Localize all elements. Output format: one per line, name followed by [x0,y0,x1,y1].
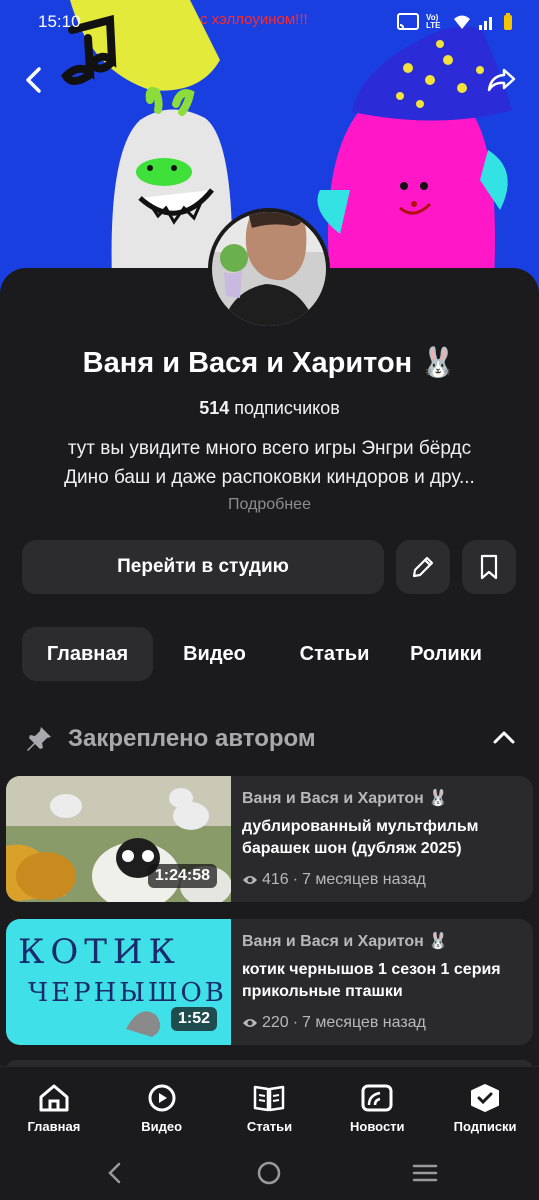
subscriptions-icon [471,1084,500,1112]
description-line: Дино баш и даже распоковки киндоров и др… [64,467,475,488]
thumbnail-text: КОТИК [18,932,181,972]
creature-shape [328,95,495,280]
video-views: 220 [262,1014,289,1031]
edit-button[interactable] [396,540,450,594]
status-icons: Vo) LTE [397,13,513,31]
video-card[interactable]: 1:24:58 Ваня и Вася и Харитон 🐰 дублиров… [6,776,533,902]
meta-separator: · [292,871,299,888]
thumbnail-text: ЧЕРНЫШОВ [28,978,227,1008]
nav-articles[interactable]: Статьи [216,1067,324,1146]
subscriber-label: подписчиков [234,398,340,418]
battery-icon [504,13,512,30]
chevron-left-icon [108,1162,121,1184]
subscriber-number: 514 [199,398,230,418]
tab-articles[interactable]: Статьи [276,627,393,681]
go-to-studio-button[interactable]: Перейти в студию [22,540,384,594]
cast-icon [397,13,419,30]
video-title: дублированный мультфильм барашек шон (ду… [242,818,479,857]
nav-label: Новости [350,1119,405,1134]
video-meta: 220 · 7 месяцев назад [242,1014,426,1032]
pinned-label: Закреплено автором [68,725,316,752]
video-thumbnail[interactable]: КОТИК ЧЕРНЫШОВ 1:52 [6,919,231,1045]
news-icon [361,1084,393,1112]
system-menu-button[interactable] [410,1158,440,1188]
video-thumbnail[interactable]: 1:24:58 [6,776,231,902]
bookmark-button[interactable] [462,540,516,594]
video-duration: 1:52 [170,1007,217,1031]
video-meta: 416 · 7 месяцев назад [242,871,426,889]
nav-news[interactable]: Новости [323,1067,431,1146]
nav-video[interactable]: Видео [108,1067,216,1146]
signal-icon [479,17,492,30]
avatar[interactable] [208,208,330,330]
chevron-up-icon[interactable] [492,726,516,750]
tab-home[interactable]: Главная [22,627,153,681]
nav-label: Главная [27,1119,81,1134]
video-title: котик чернышов 1 сезон 1 серия прикольны… [242,961,501,1000]
subscriber-count: 514 подписчиков [0,398,539,419]
share-icon [487,68,516,92]
bottom-nav: Главная Видео Статьи Новости Подписки [0,1066,539,1146]
video-author: Ваня и Вася и Харитон 🐰 [242,933,449,950]
video-age: 7 месяцев назад [302,871,426,888]
eye-icon [243,876,257,884]
home-icon [39,1084,69,1112]
pinned-header[interactable]: Закреплено автором [24,718,516,760]
share-button[interactable] [482,60,522,100]
network-label: Vo) LTE [426,13,441,30]
channel-tabs: Главная Видео Статьи Ролики [22,627,499,681]
menu-icon [412,1164,438,1182]
pin-icon [27,727,51,751]
status-time: 15:10 [38,12,81,31]
channel-description[interactable]: тут вы увидите много всего игры Энгри бё… [24,434,515,492]
nav-subscriptions[interactable]: Подписки [431,1067,539,1146]
avatar-image [212,212,326,326]
video-views: 416 [262,871,289,888]
status-bar: 15:10 Vo) LTE [0,0,539,44]
video-icon [148,1084,176,1112]
system-back-button[interactable] [100,1158,130,1188]
nav-label: Статьи [246,1119,293,1134]
more-link[interactable]: Подробнее [0,496,539,514]
chevron-left-icon [26,67,41,93]
meta-separator: · [292,1014,299,1031]
nav-home[interactable]: Главная [0,1067,108,1146]
video-duration: 1:24:58 [147,864,217,888]
tab-video[interactable]: Видео [153,627,276,681]
video-age: 7 месяцев назад [302,1014,426,1031]
nav-label: Видео [141,1119,183,1134]
articles-icon [254,1085,285,1112]
system-home-button[interactable] [254,1158,284,1188]
pencil-icon [412,556,434,578]
channel-title: Ваня и Вася и Харитон 🐰 [82,347,457,379]
video-card[interactable]: КОТИК ЧЕРНЫШОВ 1:52 Ваня и Вася и Харито… [6,919,533,1045]
eye-icon [243,1019,257,1027]
nav-label: Подписки [453,1119,517,1134]
video-author: Ваня и Вася и Харитон 🐰 [242,790,449,807]
system-nav [0,1146,539,1200]
tab-shorts[interactable]: Ролики [393,627,499,681]
bookmark-icon [480,554,498,580]
back-button[interactable] [14,60,54,100]
circle-icon [257,1161,281,1185]
wifi-icon [454,15,470,29]
description-line: тут вы увидите много всего игры Энгри бё… [67,438,472,459]
